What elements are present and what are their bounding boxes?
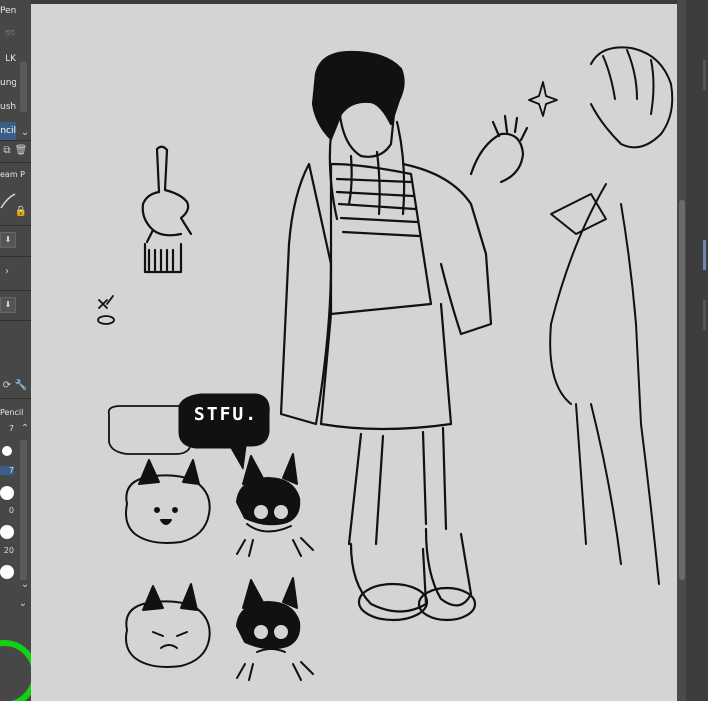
sparkle-sketch [528, 81, 558, 117]
chevron-up-icon[interactable]: ⌃ [18, 422, 31, 436]
left-tool-panel: Pen ➿ LK ung ush ncil ⌄ ⧉ 🗑 eam P 🔒 ⬇ › … [0, 0, 31, 701]
copy-icon[interactable]: ⧉ [0, 144, 14, 158]
canvas-vertical-scrollbar-thumb[interactable] [679, 200, 685, 580]
canvas-area: STFU. [31, 0, 677, 701]
brush-size-label[interactable]: 7 [0, 466, 14, 475]
wrench-icon[interactable]: 🔧 [14, 379, 28, 393]
divider [0, 225, 31, 226]
download-icon[interactable]: ⬇ [0, 232, 16, 248]
subtool-label[interactable]: eam P [0, 166, 31, 184]
divider [0, 290, 31, 291]
tool-ung[interactable]: ung [0, 74, 16, 92]
drawing-canvas[interactable]: STFU. [31, 4, 677, 701]
main-character-sketch [279, 50, 529, 622]
brush-size-dot[interactable] [2, 446, 12, 456]
tool-lasso[interactable]: ➿ [0, 25, 16, 43]
download-icon[interactable]: ⬇ [0, 297, 16, 313]
middle-finger-hand-sketch [141, 145, 193, 274]
trash-icon[interactable]: 🗑 [14, 144, 28, 158]
cat-ear-head-happy-sketch [125, 459, 211, 544]
chevron-right-icon[interactable]: › [0, 265, 14, 279]
chevron-down-icon[interactable]: ⌄ [18, 126, 31, 140]
brush-size-label: 20 [3, 546, 14, 555]
stfu-bubble-text: STFU. [193, 404, 259, 425]
divider [0, 398, 31, 399]
tool-pencil[interactable]: ncil [0, 122, 16, 140]
sweat-mark-sketch [97, 295, 115, 325]
panel-edge-marker [703, 60, 706, 90]
divider [0, 162, 31, 163]
cat-ear-head-dark-frown-sketch [236, 577, 314, 681]
brush-size-scrollbar[interactable] [20, 440, 27, 580]
right-character-sketch [549, 46, 674, 585]
brush-panel-title: Pencil [0, 408, 24, 417]
chevron-down-icon[interactable]: ⌄ [18, 578, 31, 592]
cat-ear-head-dark-sketch [236, 453, 314, 557]
divider [0, 320, 31, 321]
tool-lk[interactable]: LK [0, 50, 16, 68]
brush-size-dot[interactable] [0, 565, 14, 579]
tool-list-scrollbar[interactable] [20, 62, 27, 112]
brush-size-label: 0 [8, 506, 14, 515]
tool-brush[interactable]: ush [0, 98, 16, 116]
right-panel [686, 0, 708, 701]
divider [0, 256, 31, 257]
divider [0, 140, 31, 141]
brush-size-dot[interactable] [0, 486, 14, 500]
sketch-illustration [97, 46, 674, 681]
chevron-down-icon[interactable]: ⌄ [16, 597, 30, 611]
panel-edge-marker [703, 300, 706, 330]
brush-size-label: 7 [8, 424, 14, 433]
cat-ear-head-sad-sketch [125, 583, 211, 668]
panel-edge-marker-active[interactable] [703, 240, 706, 270]
lasso-icon: ➿ [4, 29, 16, 39]
refresh-icon[interactable]: ⟳ [0, 379, 14, 393]
brush-size-dot[interactable] [0, 525, 14, 539]
color-wheel[interactable] [0, 640, 31, 701]
lock-icon[interactable]: 🔒 [14, 205, 28, 219]
tool-pen[interactable]: Pen [0, 2, 16, 20]
